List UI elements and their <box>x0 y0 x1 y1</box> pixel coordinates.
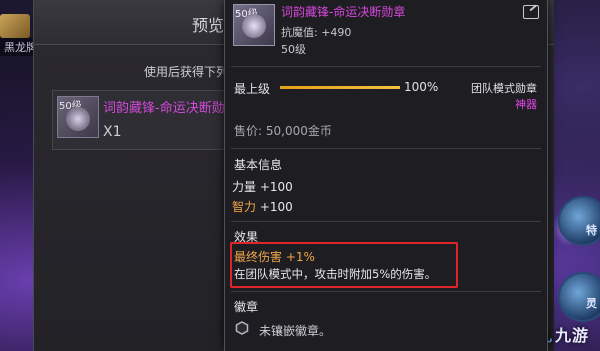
share-icon[interactable] <box>523 5 539 19</box>
item-quantity: X1 <box>103 124 122 140</box>
divider <box>231 148 541 149</box>
preview-description: 使用后获得下列 <box>144 65 229 79</box>
rarity-label: 神器 <box>515 98 537 111</box>
basic-info-title: 基本信息 <box>234 158 283 172</box>
item-type: 团队模式勋章 <box>471 82 537 95</box>
intelligence-stat: 智力 +100 <box>232 198 293 215</box>
magic-resist-label: 抗魔值: <box>281 26 318 39</box>
intelligence-value: +100 <box>259 200 293 214</box>
medal-gear-icon <box>66 107 90 131</box>
left-slot-icon <box>0 14 30 38</box>
intelligence-label: 智力 <box>232 200 257 214</box>
divider <box>231 221 541 222</box>
divider <box>231 66 541 67</box>
item-tooltip: 50级 词韵藏锋-命运决断勋章 抗魔值: +490 50级 最上级 100% 团… <box>224 0 548 351</box>
progress-percent: 100% <box>404 80 439 94</box>
divider <box>231 291 541 292</box>
strength-stat: 力量 +100 <box>232 178 293 195</box>
right-side-button-1[interactable] <box>558 196 600 246</box>
medal-icon[interactable]: 50级 <box>57 96 99 138</box>
preview-title: 预览 <box>192 16 225 35</box>
badge-title: 徽章 <box>234 300 259 314</box>
final-damage-effect: 最终伤害 +1% <box>234 250 315 264</box>
max-level-label: 最上级 <box>234 82 271 96</box>
right-side-label-2: 灵 <box>586 297 597 310</box>
magic-resist-stat: 抗魔值: +490 <box>281 24 351 40</box>
tooltip-gear-icon <box>242 14 266 38</box>
tooltip-medal-icon: 50级 <box>233 4 275 46</box>
sell-price: 售价: 50,000金币 <box>234 124 332 138</box>
strength-label: 力量 <box>232 180 257 194</box>
tooltip-item-name: 词韵藏锋-命运决断勋章 <box>281 5 406 19</box>
empty-badge-socket-icon <box>235 321 249 335</box>
item-name: 词韵藏锋-命运决断勋章 <box>103 101 238 116</box>
strength-value: +100 <box>259 180 293 194</box>
progress-fill <box>280 86 400 89</box>
upgrade-progress-bar <box>280 86 400 89</box>
tooltip-level: 50级 <box>281 43 306 56</box>
magic-resist-value: +490 <box>321 26 352 39</box>
watermark-text: 九游 <box>555 326 590 345</box>
badge-status: 未镶嵌徽章。 <box>259 324 332 338</box>
team-mode-effect-desc: 在团队模式中，攻击时附加5%的伤害。 <box>234 267 437 281</box>
right-side-label-1: 特 <box>586 224 597 237</box>
